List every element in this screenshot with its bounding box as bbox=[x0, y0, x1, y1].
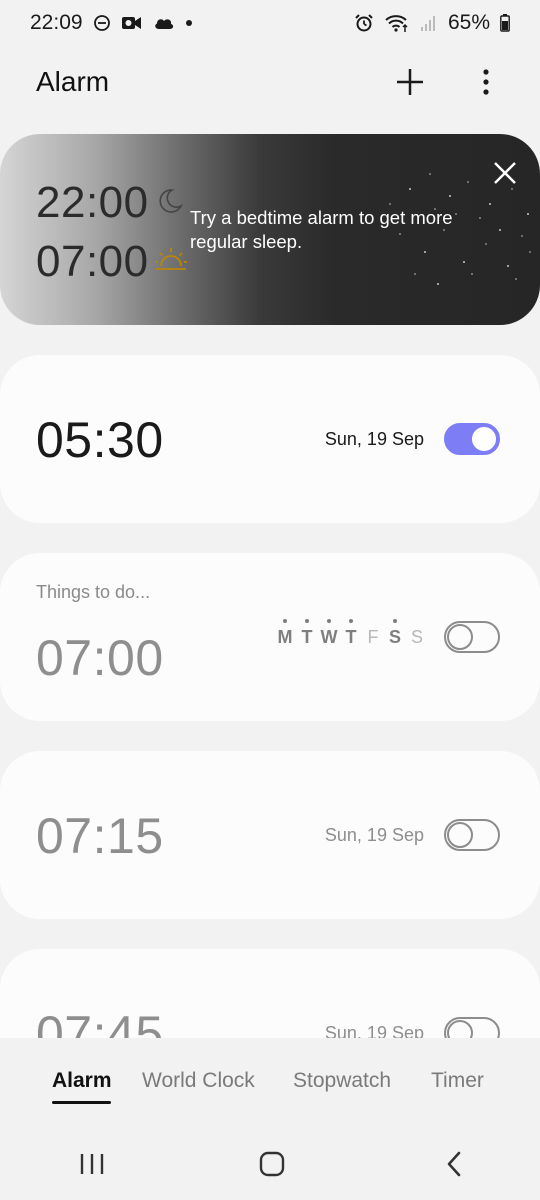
toggle-knob bbox=[447, 1020, 473, 1038]
day-friday: F bbox=[367, 627, 379, 647]
alarm-clock-icon bbox=[354, 13, 374, 33]
alarm-date: Sun, 19 Sep bbox=[324, 1023, 424, 1038]
toggle-knob bbox=[470, 425, 498, 453]
wifi-icon bbox=[384, 13, 410, 33]
banner-close-button[interactable] bbox=[489, 157, 521, 189]
alarm-time: 05:30 bbox=[36, 412, 164, 468]
alarm-card[interactable]: 07:15 Sun, 19 Sep bbox=[0, 751, 540, 919]
alarm-toggle[interactable] bbox=[444, 819, 500, 851]
cloud-icon bbox=[153, 15, 175, 31]
day-wednesday: W bbox=[320, 619, 338, 648]
alarm-card[interactable]: 07:45 Sun, 19 Sep bbox=[0, 949, 540, 1038]
bedtime-message: Try a bedtime alarm to get more regular … bbox=[190, 207, 453, 252]
bedtime-banner[interactable]: 22:00 07:00 Try a bedtime alarm to get m… bbox=[0, 134, 540, 325]
day-tuesday: T bbox=[298, 619, 316, 648]
tab-timer[interactable]: Timer bbox=[431, 1069, 484, 1093]
alarm-time: 07:15 bbox=[36, 808, 164, 864]
close-icon bbox=[494, 162, 516, 184]
alarm-card[interactable]: Things to do... 07:00 M T W T F S S bbox=[0, 553, 540, 721]
status-left: 22:09 bbox=[30, 11, 193, 35]
video-call-icon bbox=[121, 14, 143, 32]
alarm-card[interactable]: 05:30 Sun, 19 Sep bbox=[0, 355, 540, 523]
back-icon bbox=[447, 1151, 461, 1177]
alarm-label: Things to do... bbox=[36, 582, 151, 602]
day-saturday: S bbox=[386, 619, 404, 648]
home-button[interactable] bbox=[252, 1146, 292, 1182]
sunrise-icon bbox=[154, 247, 188, 278]
alarm-list[interactable]: 22:00 07:00 Try a bedtime alarm to get m… bbox=[0, 134, 540, 1038]
alarm-toggle[interactable] bbox=[444, 1017, 500, 1038]
back-button[interactable] bbox=[434, 1146, 474, 1182]
alarm-date: Sun, 19 Sep bbox=[324, 429, 424, 449]
plus-icon bbox=[397, 69, 423, 95]
tab-world-clock[interactable]: World Clock bbox=[142, 1069, 255, 1093]
status-time: 22:09 bbox=[30, 11, 83, 34]
page-title: Alarm bbox=[36, 66, 110, 97]
signal-icon bbox=[420, 14, 438, 32]
alarm-time: 07:00 bbox=[36, 630, 164, 686]
moon-icon bbox=[154, 186, 184, 221]
alarm-time: 07:45 bbox=[36, 1006, 164, 1038]
more-vertical-icon bbox=[483, 69, 489, 95]
recents-button[interactable] bbox=[72, 1146, 112, 1182]
repeat-days: M T W T F S S bbox=[276, 619, 426, 648]
app-bar: Alarm bbox=[0, 52, 540, 112]
toggle-knob bbox=[447, 822, 473, 848]
more-options-button[interactable] bbox=[468, 64, 504, 100]
battery-icon bbox=[500, 14, 510, 32]
day-sunday: S bbox=[410, 627, 423, 647]
recents-icon bbox=[80, 1154, 104, 1174]
status-bar: 22:09 65% bbox=[0, 0, 540, 46]
bottom-tabs: Alarm World Clock Stopwatch Timer bbox=[0, 1055, 540, 1115]
wake-time: 07:00 bbox=[36, 237, 149, 286]
app-actions bbox=[392, 64, 504, 100]
bedtime-time: 22:00 bbox=[36, 178, 149, 227]
alarm-date: Sun, 19 Sep bbox=[324, 825, 424, 845]
status-right: 65% bbox=[354, 11, 510, 35]
do-not-disturb-icon bbox=[93, 14, 111, 32]
home-icon bbox=[259, 1151, 285, 1177]
day-monday: M bbox=[276, 619, 294, 648]
system-nav-bar bbox=[0, 1128, 540, 1200]
day-thursday: T bbox=[342, 619, 360, 648]
alarm-toggle[interactable] bbox=[444, 423, 500, 455]
notification-dot-icon bbox=[185, 19, 193, 27]
battery-percent: 65% bbox=[447, 11, 490, 34]
alarm-toggle[interactable] bbox=[444, 621, 500, 653]
toggle-knob bbox=[447, 624, 473, 650]
active-tab-indicator bbox=[52, 1101, 111, 1104]
tab-stopwatch[interactable]: Stopwatch bbox=[293, 1069, 391, 1093]
add-alarm-button[interactable] bbox=[392, 64, 428, 100]
tab-alarm[interactable]: Alarm bbox=[52, 1069, 112, 1093]
